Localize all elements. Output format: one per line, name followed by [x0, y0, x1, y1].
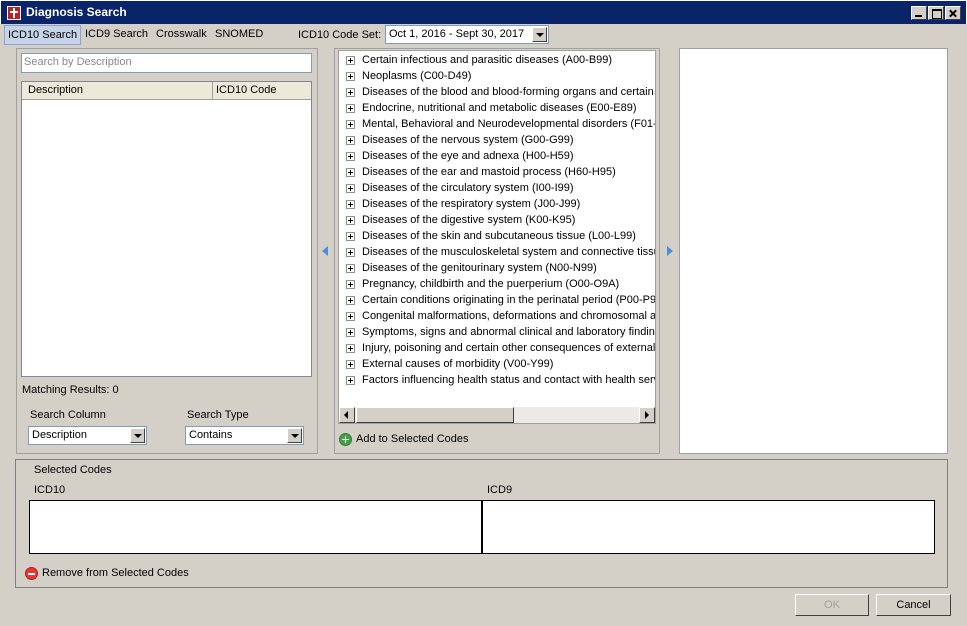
icd9-label: ICD9 — [487, 484, 513, 496]
column-divider[interactable] — [212, 82, 213, 100]
search-placeholder: Search by Description — [24, 56, 132, 68]
search-type-select[interactable]: Contains — [185, 426, 304, 445]
tab-bar: ICD10 Search ICD9 Search Crosswalk SNOME… — [0, 24, 967, 46]
codeset-select[interactable]: Oct 1, 2016 - Sept 30, 2017 — [385, 25, 549, 44]
close-button[interactable] — [945, 6, 961, 20]
expand-plus-icon[interactable] — [346, 248, 355, 257]
chevron-down-icon[interactable] — [287, 428, 302, 443]
cancel-button[interactable]: Cancel — [876, 594, 951, 616]
expand-plus-icon[interactable] — [346, 280, 355, 289]
icd10-selected-list[interactable] — [29, 500, 482, 554]
maximize-button[interactable] — [928, 6, 944, 20]
column-description[interactable]: Description — [28, 84, 83, 96]
remove-icon — [25, 567, 38, 580]
category-tree[interactable]: Certain infectious and parasitic disease… — [338, 50, 656, 424]
codeset-label: ICD10 Code Set: — [298, 29, 382, 41]
expand-plus-icon[interactable] — [346, 152, 355, 161]
search-column-select[interactable]: Description — [28, 426, 147, 445]
expand-plus-icon[interactable] — [346, 72, 355, 81]
grid-header: Description ICD10 Code — [22, 82, 311, 100]
selected-codes-title: Selected Codes — [34, 464, 112, 476]
expand-plus-icon[interactable] — [346, 136, 355, 145]
minimize-button[interactable] — [911, 6, 927, 20]
remove-from-selected-button[interactable]: Remove from Selected Codes — [24, 565, 204, 583]
scroll-right-icon[interactable] — [639, 407, 655, 423]
expand-plus-icon[interactable] — [346, 312, 355, 321]
search-input[interactable]: Search by Description — [21, 53, 312, 73]
expand-plus-icon[interactable] — [346, 344, 355, 353]
expand-plus-icon[interactable] — [346, 184, 355, 193]
expand-plus-icon[interactable] — [346, 200, 355, 209]
detail-pane — [679, 48, 948, 454]
expand-plus-icon[interactable] — [346, 168, 355, 177]
tab-icd10-search[interactable]: ICD10 Search — [4, 25, 82, 45]
codeset-value: Oct 1, 2016 - Sept 30, 2017 — [389, 28, 525, 40]
icd9-selected-list[interactable] — [482, 500, 935, 554]
tab-crosswalk[interactable]: Crosswalk — [153, 25, 210, 45]
chevron-down-icon[interactable] — [532, 27, 547, 42]
collapse-left-arrow-icon[interactable] — [322, 246, 328, 256]
matching-results: Matching Results: 0 — [22, 384, 119, 396]
expand-plus-icon[interactable] — [346, 296, 355, 305]
icd10-label: ICD10 — [34, 484, 66, 496]
add-label: Add to Selected Codes — [356, 433, 469, 445]
scroll-left-icon[interactable] — [339, 407, 355, 423]
results-grid[interactable]: Description ICD10 Code — [21, 81, 312, 377]
search-type-label: Search Type — [187, 409, 249, 421]
title-bar: Diagnosis Search — [0, 0, 967, 24]
ok-button[interactable]: OK — [795, 594, 869, 616]
expand-plus-icon[interactable] — [346, 328, 355, 337]
add-icon — [339, 433, 352, 446]
expand-plus-icon[interactable] — [346, 376, 355, 385]
tab-icd9-search[interactable]: ICD9 Search — [82, 25, 151, 45]
expand-plus-icon[interactable] — [346, 232, 355, 241]
expand-plus-icon[interactable] — [346, 360, 355, 369]
tab-snomed[interactable]: SNOMED — [212, 25, 266, 45]
search-type-value: Contains — [189, 429, 233, 441]
search-column-value: Description — [32, 429, 88, 441]
expand-plus-icon[interactable] — [346, 88, 355, 97]
window-title: Diagnosis Search — [26, 5, 127, 19]
remove-label: Remove from Selected Codes — [42, 567, 189, 579]
app-icon — [7, 6, 21, 20]
chevron-down-icon[interactable] — [130, 428, 145, 443]
expand-plus-icon[interactable] — [346, 56, 355, 65]
expand-plus-icon[interactable] — [346, 216, 355, 225]
scroll-thumb[interactable] — [356, 407, 514, 423]
search-column-label: Search Column — [30, 409, 106, 421]
expand-plus-icon[interactable] — [346, 104, 355, 113]
horizontal-scrollbar[interactable] — [339, 407, 655, 423]
expand-plus-icon[interactable] — [346, 120, 355, 129]
collapse-right-arrow-icon[interactable] — [667, 246, 673, 256]
column-icd10-code[interactable]: ICD10 Code — [216, 84, 277, 96]
expand-plus-icon[interactable] — [346, 264, 355, 273]
